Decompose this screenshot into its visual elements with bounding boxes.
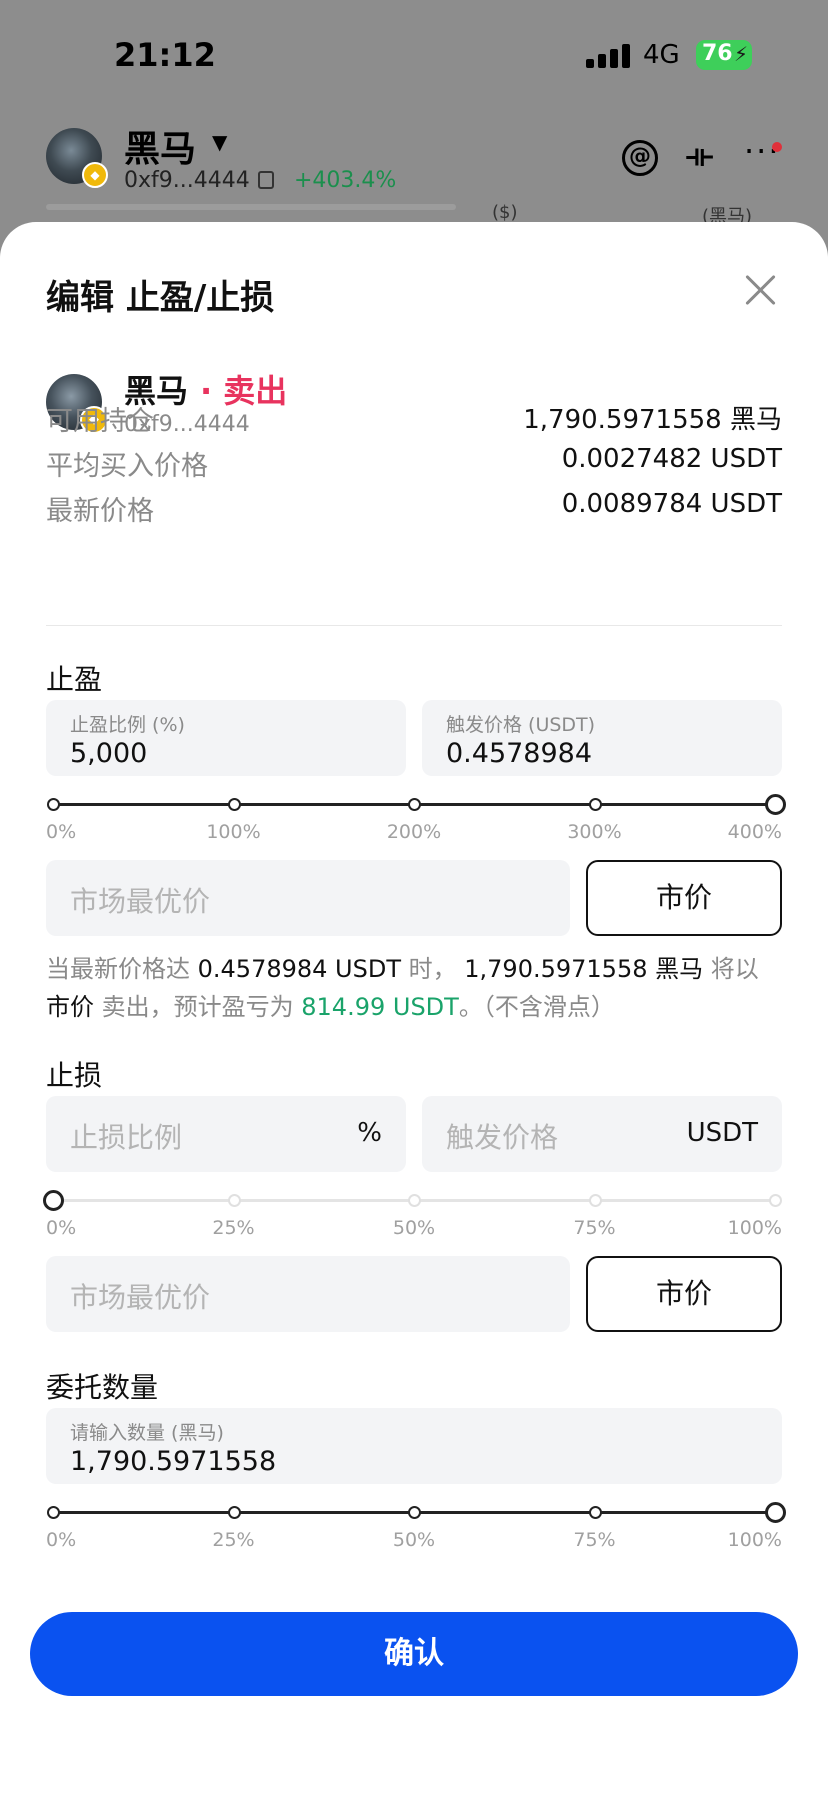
take-profit-price-input[interactable]: 市场最优价 — [46, 860, 570, 936]
desc-text: 将以 — [710, 955, 759, 983]
background-app: 21:12 4G 76 ⚡ ◆ 黑马 ▼ 0xf9...4444 +403.4% … — [0, 0, 828, 260]
slider-handle[interactable] — [43, 1190, 64, 1211]
desc-text: 。（不含滑点） — [458, 993, 615, 1021]
chevron-down-icon[interactable]: ▼ — [212, 130, 227, 154]
stop-loss-ratio-input[interactable]: 止损比例 % — [46, 1096, 406, 1172]
placeholder: 触发价格 — [446, 1121, 559, 1154]
desc-pnl: 814.99 USDT — [293, 993, 459, 1021]
at-icon[interactable]: @ — [622, 140, 658, 176]
unit-label: USDT — [686, 1118, 758, 1148]
signal-icon — [586, 44, 630, 68]
stop-loss-price-input[interactable]: 市场最优价 — [46, 1256, 570, 1332]
close-icon[interactable] — [742, 272, 778, 308]
token-name[interactable]: 黑马 — [124, 120, 196, 172]
slider-tick-label: 50% — [392, 1529, 436, 1551]
desc-price: 0.4578984 USDT — [190, 955, 409, 983]
price-change: +403.4% — [294, 168, 397, 193]
network-label: 4G — [643, 40, 680, 70]
stop-loss-trigger-price-input[interactable]: 触发价格 USDT — [422, 1096, 782, 1172]
slider-step[interactable] — [227, 798, 241, 811]
slider-step[interactable] — [47, 798, 60, 811]
order-side: · 卖出 — [200, 372, 288, 410]
slider-step[interactable] — [588, 798, 602, 811]
take-profit-title: 止盈 — [46, 663, 103, 696]
slider-tick-label: 400% — [727, 821, 782, 843]
slider-tick-label: 100% — [727, 1217, 782, 1239]
field-label: 止盈比例 (%) — [70, 714, 185, 736]
slider-handle[interactable] — [765, 1502, 786, 1523]
slider-tick-label: 25% — [212, 1217, 255, 1239]
notification-dot — [772, 142, 782, 152]
desc-amount: 1,790.5971558 黑马 — [456, 955, 711, 983]
field-label: 触发价格 (USDT) — [446, 714, 596, 736]
field-value: 1,790.5971558 — [70, 1446, 277, 1477]
desc-text: 时， — [408, 955, 457, 983]
slider-tick-label: 0% — [46, 821, 77, 843]
available-position-label: 可用持仓 — [46, 406, 154, 437]
slider-tick-label: 100% — [727, 1529, 782, 1551]
chain-badge-icon: ◆ — [82, 162, 108, 188]
token-address: 0xf9...4444 — [124, 168, 250, 193]
progress-bar — [46, 204, 456, 210]
divider — [46, 625, 782, 626]
slider-tick-label: 75% — [573, 1217, 616, 1239]
stop-loss-slider[interactable] — [43, 1188, 782, 1212]
desc-text: 卖出，预计盈亏为 — [101, 993, 294, 1021]
avg-buy-price-value: 0.0027482 USDT — [561, 444, 782, 474]
battery-icon: 76 ⚡ — [696, 40, 752, 70]
slider-step[interactable] — [588, 1506, 602, 1519]
available-position-value: 1,790.5971558 黑马 — [523, 405, 782, 435]
quantity-input[interactable]: 请输入数量 (黑马) 1,790.5971558 — [46, 1408, 782, 1484]
take-profit-ratio-input[interactable]: 止盈比例 (%) 5,000 — [46, 700, 406, 776]
field-label: 请输入数量 (黑马) — [70, 1422, 224, 1444]
tp-sl-sheet: 编辑 止盈/止损 ◆ 黑马 · 卖出 0xf9...4444 可用持仓 1,79… — [0, 222, 828, 1795]
confirm-button[interactable]: 确认 — [30, 1612, 798, 1696]
stop-loss-market-button[interactable]: 市价 — [586, 1256, 782, 1332]
take-profit-description: 当最新价格达 0.4578984 USDT 时， 1,790.5971558 黑… — [46, 950, 782, 1026]
slider-step[interactable] — [769, 1194, 782, 1207]
sheet-title: 编辑 止盈/止损 — [46, 278, 275, 318]
slider-tick-label: 25% — [212, 1529, 255, 1551]
quantity-title: 委托数量 — [46, 1371, 159, 1404]
placeholder: 止损比例 — [70, 1121, 183, 1154]
quantity-slider[interactable] — [47, 1500, 786, 1524]
column-header-usd: ($) — [492, 202, 518, 223]
field-value: 5,000 — [70, 738, 148, 769]
token-avatar: ◆ — [46, 128, 108, 188]
candlestick-icon[interactable]: ⟛ — [686, 138, 713, 173]
slider-tick-label: 300% — [567, 821, 622, 843]
status-time: 21:12 — [114, 36, 216, 74]
slider-handle[interactable] — [765, 794, 786, 815]
slider-tick-label: 0% — [46, 1529, 77, 1551]
desc-order-type: 市价 — [46, 993, 102, 1021]
latest-price-label: 最新价格 — [46, 496, 154, 527]
avg-buy-price-label: 平均买入价格 — [46, 451, 208, 482]
slider-tick-label: 50% — [392, 1217, 436, 1239]
slider-step[interactable] — [408, 798, 421, 811]
take-profit-slider[interactable] — [47, 792, 786, 816]
stop-loss-title: 止损 — [46, 1059, 103, 1092]
slider-step[interactable] — [227, 1194, 241, 1207]
copy-icon[interactable] — [258, 171, 274, 189]
take-profit-market-button[interactable]: 市价 — [586, 860, 782, 936]
placeholder: 市场最优价 — [70, 885, 211, 918]
slider-step[interactable] — [408, 1194, 421, 1207]
desc-text: 当最新价格达 — [46, 955, 190, 983]
slider-step[interactable] — [588, 1194, 602, 1207]
slider-tick-label: 0% — [46, 1217, 77, 1239]
latest-price-value: 0.0089784 USDT — [561, 489, 782, 519]
slider-tick-label: 75% — [573, 1529, 616, 1551]
battery-level: 76 — [702, 41, 733, 66]
slider-tick-label: 100% — [206, 821, 261, 843]
take-profit-trigger-price-input[interactable]: 触发价格 (USDT) 0.4578984 — [422, 700, 782, 776]
slider-step[interactable] — [408, 1506, 421, 1519]
field-value: 0.4578984 — [446, 738, 593, 769]
slider-tick-label: 200% — [386, 821, 442, 843]
placeholder: 市场最优价 — [70, 1281, 211, 1314]
unit-label: % — [357, 1118, 382, 1148]
slider-step[interactable] — [47, 1506, 60, 1519]
slider-step[interactable] — [227, 1506, 241, 1519]
